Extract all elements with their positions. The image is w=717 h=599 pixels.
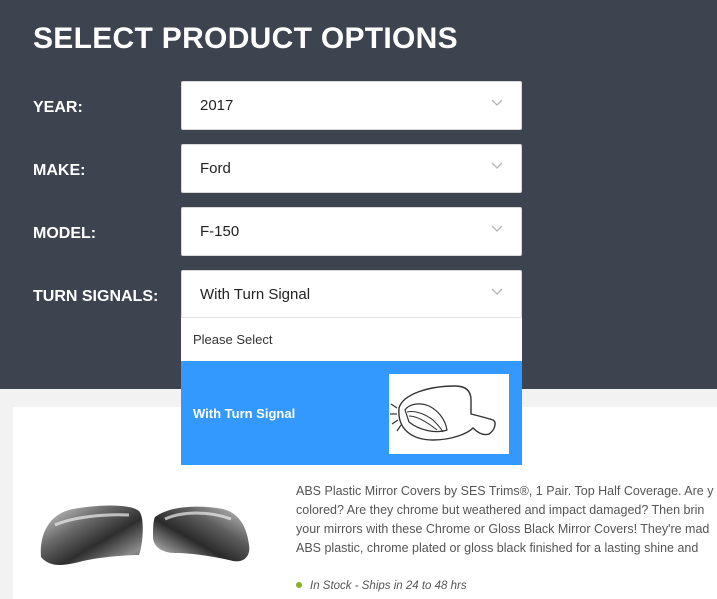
year-select[interactable]: 2017 [181,81,522,130]
make-select[interactable]: Ford [181,144,522,193]
product-description-line: ABS plastic, chrome plated or gloss blac… [296,541,699,555]
product-description-line: ABS Plastic Mirror Covers by SES Trims®,… [296,484,714,498]
turn-signals-select-value: With Turn Signal [200,286,311,303]
product-description: ABS Plastic Mirror Covers by SES Trims®,… [296,482,717,558]
turn-signals-select[interactable]: With Turn Signal [181,270,522,319]
panel-title: SELECT PRODUCT OPTIONS [33,22,458,55]
dot-icon [296,581,302,588]
model-select[interactable]: F-150 [181,207,522,256]
year-label: YEAR: [33,99,83,116]
dropdown-option-with-turn-signal[interactable]: With Turn Signal [181,361,522,465]
model-select-value: F-150 [200,223,240,240]
stock-status: In Stock - Ships in 24 to 48 hrs [296,578,467,594]
make-select-value: Ford [200,160,231,177]
option-label: With Turn Signal [193,406,296,421]
chevron-down-icon [491,225,503,232]
product-image [40,505,250,565]
turn-signals-dropdown-list: Please Select With Turn Signal [181,317,522,465]
dropdown-option-please-select[interactable]: Please Select [181,318,522,361]
chevron-down-icon [491,288,503,295]
mirror-turn-signal-illustration [389,374,509,454]
product-description-line: your mirrors with these Chrome or Gloss … [296,522,710,536]
product-description-line: colored? Are they chrome but weathered a… [296,503,705,517]
make-label: MAKE: [33,162,86,179]
year-select-value: 2017 [200,97,234,114]
chevron-down-icon [491,162,503,169]
turn-signals-label: TURN SIGNALS: [33,288,159,305]
stock-text: In Stock - Ships in 24 to 48 hrs [310,580,467,592]
chevron-down-icon [491,99,503,106]
model-label: MODEL: [33,225,97,242]
option-label: Please Select [193,332,273,347]
